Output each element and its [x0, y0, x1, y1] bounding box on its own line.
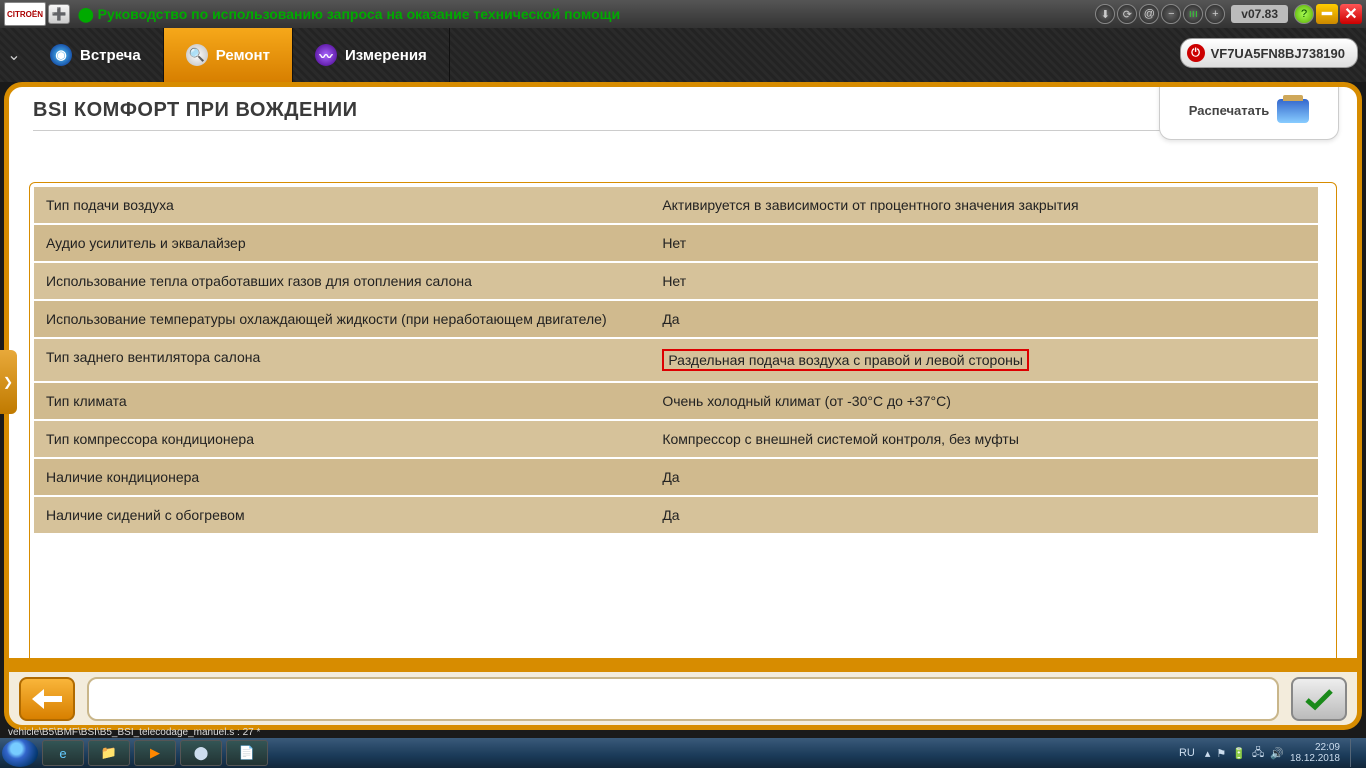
- windows-taskbar: e 📁 ▶ ⬤ 📄 RU ▴ ⚑ 🔋 🖧 🔊 22:09 18.12.2018: [0, 738, 1366, 768]
- clock-time: 22:09: [1290, 742, 1340, 753]
- param-label: Использование температуры охлаждающей жи…: [34, 301, 650, 337]
- print-label: Распечатать: [1189, 103, 1269, 118]
- printer-icon: [1277, 99, 1309, 123]
- minimize-button[interactable]: ━: [1316, 4, 1338, 24]
- version-badge: v07.83: [1231, 5, 1288, 23]
- app-titlebar: CITROËN ➕ ⬤ Руководство по использованию…: [0, 0, 1366, 28]
- table-row[interactable]: Тип заднего вентилятора салонаРаздельная…: [34, 339, 1318, 383]
- clock-date: 18.12.2018: [1290, 753, 1340, 764]
- help-icon[interactable]: ?: [1294, 4, 1314, 24]
- param-label: Наличие сидений с обогревом: [34, 497, 650, 533]
- taskbar-clock[interactable]: 22:09 18.12.2018: [1290, 742, 1340, 764]
- tray-network-icon[interactable]: 🖧: [1252, 744, 1264, 763]
- table-row[interactable]: Тип компрессора кондиционераКомпрессор с…: [34, 421, 1318, 459]
- param-value: Да: [650, 459, 1318, 495]
- back-button[interactable]: [19, 677, 75, 721]
- power-icon: ⏻: [1187, 44, 1205, 62]
- tray-volume-icon[interactable]: 🔊: [1270, 747, 1284, 760]
- print-button[interactable]: Распечатать: [1159, 82, 1339, 140]
- tray-chevron-icon[interactable]: ▴: [1205, 747, 1211, 760]
- refresh-icon[interactable]: ⟳: [1117, 4, 1137, 24]
- system-tray: RU ▴ ⚑ 🔋 🖧 🔊 22:09 18.12.2018: [1179, 739, 1366, 767]
- show-desktop-button[interactable]: [1350, 739, 1360, 767]
- tab-repair[interactable]: 🔍 Ремонт: [164, 28, 293, 82]
- content-frame: BSI КОМФОРТ ПРИ ВОЖДЕНИИ Распечатать Тип…: [4, 82, 1362, 700]
- taskbar-notepad-icon[interactable]: 📄: [226, 740, 268, 766]
- start-button[interactable]: [2, 739, 38, 767]
- minus-icon[interactable]: −: [1161, 4, 1181, 24]
- param-label: Тип климата: [34, 383, 650, 419]
- footer-bar: [4, 658, 1362, 730]
- param-value: Нет: [650, 225, 1318, 261]
- param-value: Активируется в зависимости от процентног…: [650, 187, 1318, 223]
- at-icon[interactable]: @: [1139, 4, 1159, 24]
- param-label: Тип компрессора кондиционера: [34, 421, 650, 457]
- table-row[interactable]: Тип климатаОчень холодный климат (от -30…: [34, 383, 1318, 421]
- tab-measure[interactable]: 〰 Измерения: [293, 28, 450, 82]
- status-path: vehicle\B5\BMF\BSI\B5_BSI_telecodage_man…: [8, 727, 260, 738]
- table-row[interactable]: Аудио усилитель и эквалайзерНет: [34, 225, 1318, 263]
- table-row[interactable]: Наличие кондиционераДа: [34, 459, 1318, 497]
- title-text: ⬤ Руководство по использованию запроса н…: [78, 6, 1095, 23]
- param-label: Тип подачи воздуха: [34, 187, 650, 223]
- param-label: Аудио усилитель и эквалайзер: [34, 225, 650, 261]
- table-row[interactable]: Тип подачи воздухаАктивируется в зависим…: [34, 187, 1318, 225]
- param-label: Использование тепла отработавших газов д…: [34, 263, 650, 299]
- page-title: BSI КОМФОРТ ПРИ ВОЖДЕНИИ: [33, 99, 1333, 131]
- vin-badge[interactable]: ⏻ VF7UA5FN8BJ738190: [1180, 38, 1358, 68]
- param-value: Очень холодный климат (от -30°C до +37°C…: [650, 383, 1318, 419]
- taskbar-explorer-icon[interactable]: 📁: [88, 740, 130, 766]
- param-label: Тип заднего вентилятора салона: [34, 339, 650, 381]
- side-expand-handle[interactable]: ❯: [0, 350, 17, 414]
- vin-text: VF7UA5FN8BJ738190: [1211, 46, 1345, 61]
- language-indicator[interactable]: RU: [1179, 747, 1195, 759]
- param-value: Нет: [650, 263, 1318, 299]
- taskbar-ie-icon[interactable]: e: [42, 740, 84, 766]
- globe-icon: ◉: [50, 44, 72, 66]
- param-value: Да: [650, 497, 1318, 533]
- param-label: Наличие кондиционера: [34, 459, 650, 495]
- brand-logo: CITROËN: [4, 2, 46, 26]
- info-icon: ⬤: [78, 6, 94, 23]
- taskbar-media-icon[interactable]: ▶: [134, 740, 176, 766]
- tray-battery-icon[interactable]: 🔋: [1232, 747, 1246, 760]
- add-button[interactable]: ➕: [48, 4, 70, 24]
- confirm-button[interactable]: [1291, 677, 1347, 721]
- param-value: Да: [650, 301, 1318, 337]
- title-label: Руководство по использованию запроса на …: [98, 6, 620, 22]
- table-row[interactable]: Использование тепла отработавших газов д…: [34, 263, 1318, 301]
- param-value: Компрессор с внешней системой контроля, …: [650, 421, 1318, 457]
- tab-meeting-label: Встреча: [80, 47, 141, 64]
- wave-icon: 〰: [315, 44, 337, 66]
- close-button[interactable]: ✕: [1340, 4, 1362, 24]
- tray-flag-icon[interactable]: ⚑: [1216, 747, 1226, 760]
- plus-icon[interactable]: +: [1205, 4, 1225, 24]
- content-header: BSI КОМФОРТ ПРИ ВОЖДЕНИИ Распечатать: [9, 87, 1357, 157]
- tab-meeting[interactable]: ◉ Встреча: [28, 28, 164, 82]
- collapse-chevron-icon[interactable]: ⌄: [0, 28, 28, 82]
- table-row[interactable]: Наличие сидений с обогревомДа: [34, 497, 1318, 535]
- table-scroll-area[interactable]: Тип подачи воздухаАктивируется в зависим…: [34, 187, 1318, 672]
- parameters-table: Тип подачи воздухаАктивируется в зависим…: [29, 182, 1337, 677]
- signal-icon[interactable]: ııı: [1183, 4, 1203, 24]
- table-row[interactable]: Использование температуры охлаждающей жи…: [34, 301, 1318, 339]
- param-value: Раздельная подача воздуха с правой и лев…: [650, 339, 1318, 381]
- main-tabbar: ⌄ ◉ Встреча 🔍 Ремонт 〰 Измерения ⏻ VF7UA…: [0, 28, 1366, 82]
- tab-measure-label: Измерения: [345, 47, 427, 64]
- tab-repair-label: Ремонт: [216, 47, 270, 64]
- command-input[interactable]: [87, 677, 1279, 721]
- search-icon: 🔍: [186, 44, 208, 66]
- down-icon[interactable]: ⬇: [1095, 4, 1115, 24]
- taskbar-app1-icon[interactable]: ⬤: [180, 740, 222, 766]
